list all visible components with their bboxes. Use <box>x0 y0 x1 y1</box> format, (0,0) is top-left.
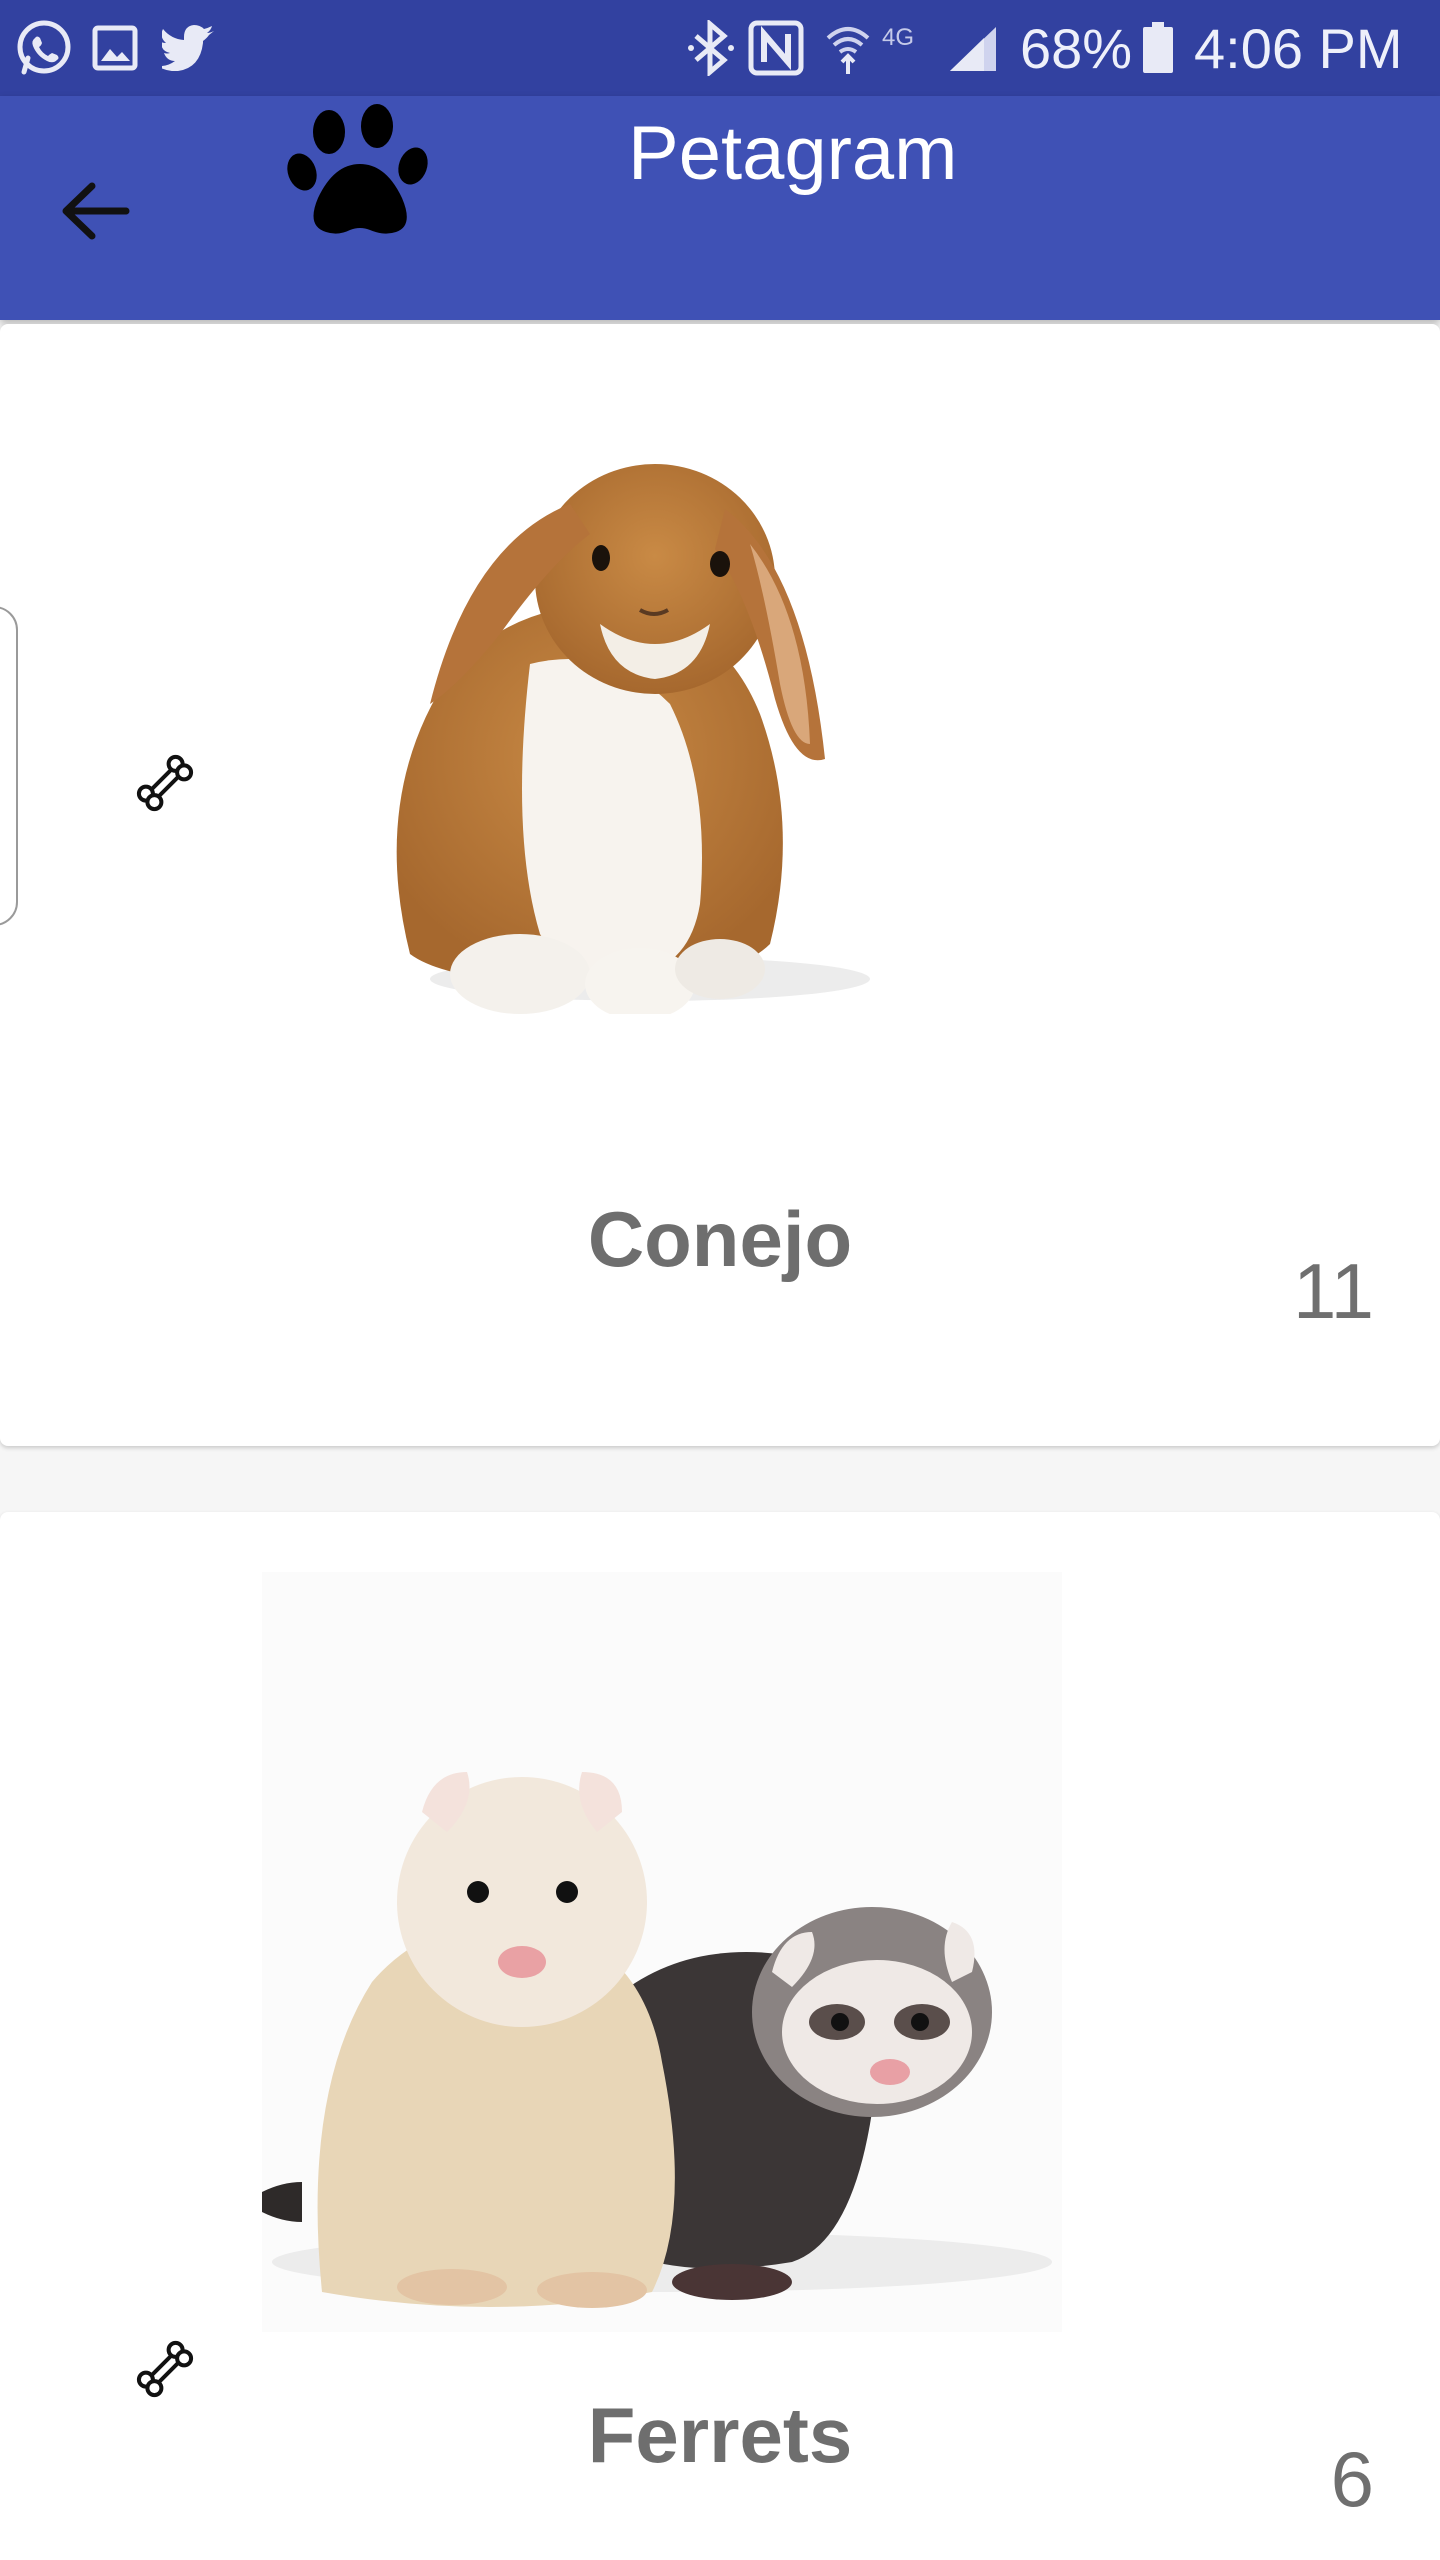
pet-card[interactable]: Conejo 11 <box>0 324 1440 1446</box>
pet-name: Conejo <box>587 1195 853 1283</box>
app-bar: Petagram <box>0 96 1440 320</box>
edge-panel-handle[interactable] <box>0 606 18 926</box>
gallery-icon <box>92 0 138 96</box>
app-title: Petagram <box>628 111 958 196</box>
arrow-back-icon <box>62 182 130 240</box>
signal-icon <box>946 0 1000 96</box>
pet-photo-rabbit <box>396 464 870 1014</box>
bluetooth-icon <box>686 0 736 96</box>
twitter-icon <box>162 0 216 96</box>
wifi-icon <box>824 0 872 96</box>
nfc-icon <box>748 0 804 96</box>
battery-text: 68% <box>1020 16 1133 80</box>
network-type: 4G <box>882 24 915 51</box>
like-count: 11 <box>1293 1247 1374 1335</box>
clock: 4:06 PM <box>1194 16 1403 80</box>
pet-card[interactable]: Ferrets 6 <box>0 1512 1440 2560</box>
battery-icon <box>1142 0 1174 96</box>
back-button[interactable] <box>40 156 150 266</box>
status-bar: 4G 68% 4:06 PM <box>0 0 1440 96</box>
whatsapp-icon <box>14 0 74 96</box>
pet-name: Ferrets <box>587 2391 853 2479</box>
pet-photo-ferrets <box>262 1572 1062 2332</box>
paw-icon <box>287 104 428 234</box>
like-count: 6 <box>1330 2435 1374 2523</box>
bone-icon[interactable] <box>130 748 200 818</box>
